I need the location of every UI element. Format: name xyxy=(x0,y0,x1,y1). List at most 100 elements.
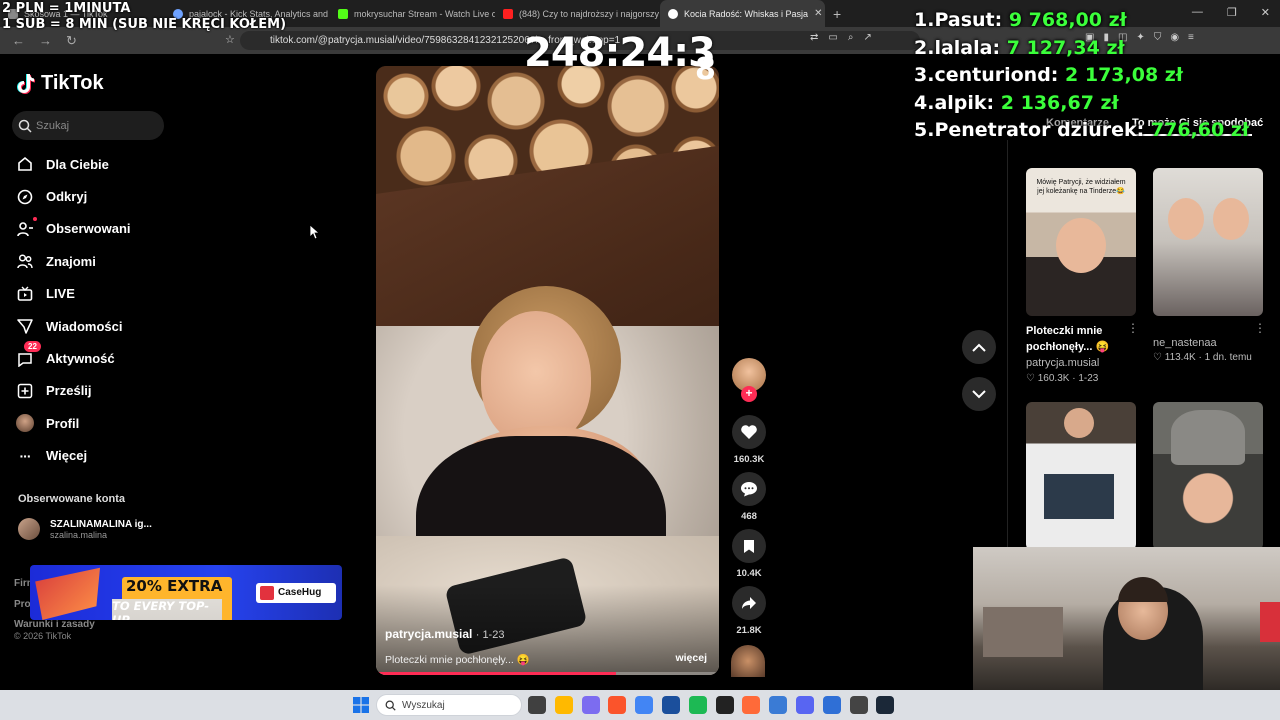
sidebar-item-messages[interactable]: Wiadomości xyxy=(16,310,186,342)
sidebar-item-more[interactable]: ··· Więcej xyxy=(16,440,186,472)
video-author[interactable]: patrycja.musial · 1-23 xyxy=(385,627,504,641)
taskbar-app-icon[interactable] xyxy=(795,696,814,714)
thumbnail-face xyxy=(1056,218,1106,273)
new-tab-button[interactable]: + xyxy=(833,6,841,22)
sidebar-item-label: Dla Ciebie xyxy=(46,156,109,172)
bookmark-save-icon xyxy=(732,529,766,563)
suggested-video-thumbnail[interactable] xyxy=(1153,168,1263,316)
follow-plus-icon[interactable]: + xyxy=(741,386,757,402)
followed-account[interactable]: SZALINAMALINA ig... szalina.malina xyxy=(18,518,152,540)
search-box[interactable] xyxy=(12,111,164,140)
browser-tab[interactable]: mokrysuchar Stream - Watch Live on xyxy=(330,0,495,27)
thumbnail-hat xyxy=(1171,410,1245,465)
activity-icon xyxy=(16,350,34,368)
activity-badge: 22 xyxy=(24,341,41,353)
screen: Skosowa 1 — TikTok pajalock - Kick Stats… xyxy=(0,0,1280,720)
panel-divider xyxy=(1007,140,1008,550)
suggested-video-thumbnail[interactable] xyxy=(1026,402,1136,550)
more-options-icon[interactable]: ⋮ xyxy=(1254,321,1266,335)
compass-icon xyxy=(16,188,34,206)
next-video-button[interactable] xyxy=(962,377,996,411)
taskbar-app-icon[interactable] xyxy=(849,696,868,714)
taskbar-app-icon[interactable] xyxy=(715,696,734,714)
leaderboard-rank: 4. xyxy=(914,91,935,114)
taskbar-app-icon[interactable] xyxy=(769,696,788,714)
previous-video-button[interactable] xyxy=(962,330,996,364)
leaderboard-amount: 776,60 zł xyxy=(1150,119,1249,141)
browser-tab-active[interactable]: Kocia Radość: Whiskas i Pasja ✕ xyxy=(660,0,825,27)
caption-more-link[interactable]: więcej xyxy=(675,652,707,664)
like-button[interactable]: 160.3K xyxy=(730,415,768,465)
heart-icon xyxy=(732,415,766,449)
taskbar-app-icon[interactable] xyxy=(528,696,546,714)
taskbar-app-icon[interactable] xyxy=(742,696,761,714)
video-caption: Ploteczki mnie pochłonęły... 😝 xyxy=(385,654,530,666)
suggested-video-title[interactable]: Ploteczki mnie pochłonęły... 😝 xyxy=(1026,323,1109,355)
leaderboard-name: alpik: xyxy=(934,91,995,114)
back-icon[interactable]: ← xyxy=(12,33,25,49)
sidebar-item-for-you[interactable]: Dla Ciebie xyxy=(16,148,186,180)
suggested-video-user[interactable]: ne_nastenaa xyxy=(1153,337,1217,349)
browser-tab[interactable]: (848) Czy to najdroższy i najgorszy m xyxy=(495,0,660,27)
taskbar-app-icon[interactable] xyxy=(608,696,627,714)
video-progress-bar[interactable] xyxy=(376,672,719,675)
search-input[interactable] xyxy=(36,119,156,132)
video-username[interactable]: patrycja.musial xyxy=(385,627,472,641)
suggested-video-date: · 1-23 xyxy=(1072,373,1099,384)
home-icon xyxy=(16,155,34,173)
share-arrow-icon xyxy=(732,586,766,620)
video-player[interactable]: patrycja.musial · 1-23 Ploteczki mnie po… xyxy=(376,66,719,675)
comment-button[interactable]: 468 xyxy=(730,472,768,522)
save-count: 10.4K xyxy=(736,568,762,579)
suggested-video-stats: ♡ 160.3K · 1-23 xyxy=(1026,373,1098,384)
sidebar-item-friends[interactable]: Znajomi xyxy=(16,245,186,277)
music-disc-icon[interactable] xyxy=(731,645,765,677)
taskbar-app-icon[interactable] xyxy=(822,696,841,714)
video-actions: + xyxy=(730,358,768,402)
screen-share-icon[interactable]: ▭ xyxy=(828,32,837,43)
mouse-cursor-icon xyxy=(310,225,320,239)
creator-avatar[interactable]: + xyxy=(732,358,766,402)
leaderboard-rank: 2. xyxy=(914,36,935,59)
leaderboard-name: lalala: xyxy=(934,36,1001,59)
translate-icon[interactable]: ⇄ xyxy=(810,32,818,43)
sidebar-item-explore[interactable]: Odkryj xyxy=(16,180,186,212)
share-icon[interactable]: ↗ xyxy=(863,32,871,43)
close-tab-icon[interactable]: ✕ xyxy=(814,8,822,19)
leaderboard-row: 5.Penetrator dziurek: 776,60 zł xyxy=(914,117,1249,145)
close-window-icon[interactable]: ✕ xyxy=(1261,6,1270,19)
sidebar-item-profile[interactable]: Profil xyxy=(16,407,186,439)
suggested-video-thumbnail[interactable]: Mówię Patrycji, że widziałem jej koleżan… xyxy=(1026,168,1136,316)
taskbar-app-icon[interactable] xyxy=(688,696,707,714)
taskbar-search[interactable]: Wyszukaj xyxy=(376,694,522,716)
sidebar-item-activity[interactable]: 22 Aktywność xyxy=(16,341,186,374)
live-icon xyxy=(16,285,34,303)
share-button[interactable]: 21.8K xyxy=(730,586,768,636)
taskbar-app-icon[interactable] xyxy=(876,696,895,714)
taskbar-app-icon[interactable] xyxy=(661,696,680,714)
subathon-timer: 248:24:3 xyxy=(524,30,716,76)
bookmark-icon[interactable]: ☆ xyxy=(225,33,235,46)
suggested-video-thumbnail[interactable] xyxy=(1153,402,1263,550)
tiktok-logo[interactable]: TikTok xyxy=(17,72,104,95)
leaderboard-amount: 9 768,00 zł xyxy=(1008,9,1127,31)
reload-icon[interactable]: ↻ xyxy=(66,33,77,49)
sidebar-item-following[interactable]: Obserwowani xyxy=(16,213,186,245)
forward-icon[interactable]: → xyxy=(39,33,52,49)
suggested-video-user[interactable]: patrycja.musial xyxy=(1026,357,1099,369)
sidebar-item-live[interactable]: LIVE xyxy=(16,278,186,310)
taskbar-app-icon[interactable] xyxy=(635,696,654,714)
sidebar-item-label: LIVE xyxy=(46,286,75,302)
video-progress-fill xyxy=(376,672,617,675)
more-options-icon[interactable]: ⋮ xyxy=(1127,321,1139,335)
casehug-ad-banner[interactable]: 20% EXTRA TO EVERY TOP-UP CaseHug xyxy=(30,565,342,620)
like-count: 160.3K xyxy=(733,454,765,465)
taskbar-app-icon[interactable] xyxy=(554,696,573,714)
save-button[interactable]: 10.4K xyxy=(730,529,768,579)
windows-start-icon[interactable] xyxy=(353,697,369,713)
zoom-icon[interactable]: ⌕ xyxy=(848,32,854,43)
taskbar-app-icon[interactable] xyxy=(581,696,600,714)
taskbar-search-placeholder: Wyszukaj xyxy=(402,699,445,711)
messages-icon xyxy=(16,317,34,335)
sidebar-item-upload[interactable]: Prześlij xyxy=(16,375,186,407)
